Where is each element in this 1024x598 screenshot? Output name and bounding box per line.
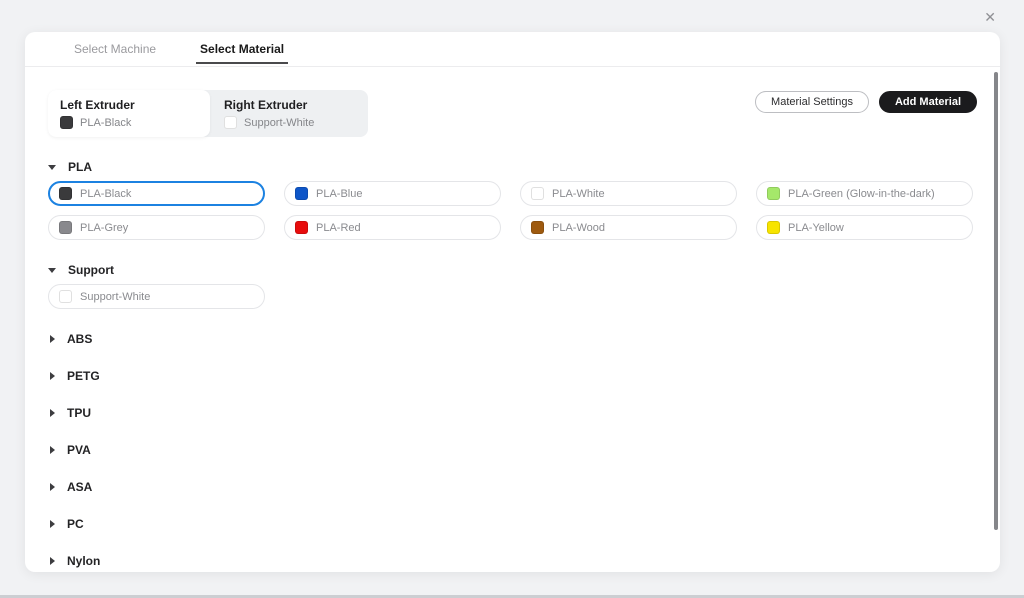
- color-swatch: [767, 187, 780, 200]
- material-grid: Support-White: [48, 284, 977, 309]
- left-extruder-material-label: PLA-Black: [80, 116, 132, 129]
- material-label: PLA-Grey: [80, 221, 129, 234]
- section-toggle-nylon[interactable]: Nylon: [48, 554, 977, 568]
- chevron-right-icon: [50, 409, 55, 417]
- color-swatch: [531, 221, 544, 234]
- section-label: PETG: [67, 369, 100, 383]
- material-label: PLA-Black: [80, 187, 132, 200]
- material-chip[interactable]: PLA-Red: [284, 215, 501, 240]
- color-swatch: [59, 221, 72, 234]
- section-toggle-pc[interactable]: PC: [48, 517, 977, 531]
- material-chip[interactable]: PLA-Wood: [520, 215, 737, 240]
- section-label: Nylon: [67, 554, 101, 568]
- section-label: PC: [67, 517, 84, 531]
- material-section-nylon: Nylon: [48, 554, 977, 568]
- right-extruder-swatch: [224, 116, 237, 129]
- left-extruder-card[interactable]: Left Extruder PLA-Black: [48, 90, 210, 137]
- section-toggle-asa[interactable]: ASA: [48, 480, 977, 494]
- material-settings-button[interactable]: Material Settings: [755, 91, 869, 113]
- tab-select-material[interactable]: Select Material: [196, 32, 289, 66]
- material-section-tpu: TPU: [48, 406, 977, 420]
- section-label: ABS: [67, 332, 93, 346]
- left-extruder-swatch: [60, 116, 73, 129]
- material-section-pc: PC: [48, 517, 977, 531]
- chevron-right-icon: [50, 446, 55, 454]
- select-material-dialog: Select Machine Select Material Left Extr…: [25, 32, 1000, 572]
- section-label: PLA: [68, 160, 92, 174]
- material-section-pva: PVA: [48, 443, 977, 457]
- material-chip[interactable]: PLA-Grey: [48, 215, 265, 240]
- material-chip[interactable]: PLA-Yellow: [756, 215, 973, 240]
- material-section-abs: ABS: [48, 332, 977, 346]
- chevron-right-icon: [50, 335, 55, 343]
- scrollbar-thumb[interactable]: [994, 72, 998, 530]
- color-swatch: [531, 187, 544, 200]
- section-toggle-pla[interactable]: PLA: [48, 160, 977, 174]
- section-label: TPU: [67, 406, 91, 420]
- material-section-asa: ASA: [48, 480, 977, 494]
- material-label: PLA-Blue: [316, 187, 363, 200]
- close-icon[interactable]: ✕: [984, 8, 996, 26]
- extruder-panel: Left Extruder PLA-Black Right Extruder S…: [48, 90, 368, 137]
- chevron-right-icon: [50, 483, 55, 491]
- color-swatch: [295, 221, 308, 234]
- left-extruder-title: Left Extruder: [60, 98, 135, 112]
- header-row: Left Extruder PLA-Black Right Extruder S…: [48, 90, 977, 137]
- section-label: PVA: [67, 443, 91, 457]
- section-toggle-support[interactable]: Support: [48, 263, 977, 277]
- color-swatch: [59, 187, 72, 200]
- section-label: Support: [68, 263, 114, 277]
- section-label: ASA: [67, 480, 93, 494]
- material-label: PLA-Green (Glow-in-the-dark): [788, 187, 935, 200]
- material-chip[interactable]: Support-White: [48, 284, 265, 309]
- right-extruder-material-label: Support-White: [244, 116, 315, 129]
- material-section-petg: PETG: [48, 369, 977, 383]
- material-chip[interactable]: PLA-Green (Glow-in-the-dark): [756, 181, 973, 206]
- section-toggle-petg[interactable]: PETG: [48, 369, 977, 383]
- add-material-button[interactable]: Add Material: [878, 91, 977, 113]
- material-sections: PLA PLA-Black PLA-Blue PLA-White PLA-Green (…: [48, 160, 977, 568]
- chevron-right-icon: [50, 557, 55, 565]
- chevron-right-icon: [50, 372, 55, 380]
- left-extruder-material: PLA-Black: [60, 116, 210, 129]
- tab-select-machine[interactable]: Select Machine: [70, 32, 160, 66]
- material-chip[interactable]: PLA-White: [520, 181, 737, 206]
- section-toggle-pva[interactable]: PVA: [48, 443, 977, 457]
- color-swatch: [767, 221, 780, 234]
- material-label: PLA-Wood: [552, 221, 605, 234]
- material-label: PLA-Yellow: [788, 221, 844, 234]
- material-label: Support-White: [80, 290, 151, 303]
- actions: Material Settings Add Material: [755, 91, 977, 113]
- right-extruder-material: Support-White: [224, 116, 368, 129]
- material-chip[interactable]: PLA-Blue: [284, 181, 501, 206]
- dialog-body: Left Extruder PLA-Black Right Extruder S…: [25, 67, 1000, 568]
- material-chip[interactable]: PLA-Black: [48, 181, 265, 206]
- scrollbar[interactable]: [993, 72, 999, 566]
- right-extruder-title: Right Extruder: [224, 98, 308, 112]
- material-section-pla: PLA PLA-Black PLA-Blue PLA-White PLA-Green (…: [48, 160, 977, 240]
- color-swatch: [295, 187, 308, 200]
- material-grid: PLA-Black PLA-Blue PLA-White PLA-Green (Glo…: [48, 181, 977, 240]
- right-extruder-card[interactable]: Right Extruder Support-White: [210, 90, 368, 137]
- chevron-down-icon: [48, 267, 56, 273]
- chevron-right-icon: [50, 520, 55, 528]
- material-section-support: Support Support-White: [48, 263, 977, 309]
- section-toggle-abs[interactable]: ABS: [48, 332, 977, 346]
- color-swatch: [59, 290, 72, 303]
- tabbar: Select Machine Select Material: [25, 32, 1000, 67]
- material-label: PLA-White: [552, 187, 605, 200]
- section-toggle-tpu[interactable]: TPU: [48, 406, 977, 420]
- chevron-down-icon: [48, 164, 56, 170]
- material-label: PLA-Red: [316, 221, 361, 234]
